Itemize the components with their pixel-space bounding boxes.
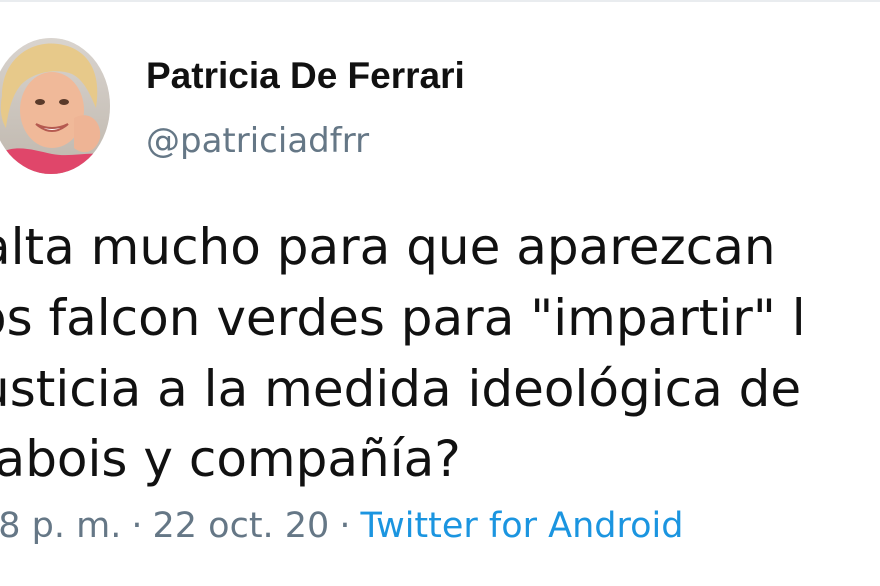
- tweet-text-line: rabois y compañía?: [0, 430, 461, 488]
- meta-separator: ·: [339, 506, 351, 546]
- tweet-source-link[interactable]: Twitter for Android: [360, 506, 683, 546]
- tweet-date[interactable]: 22 oct. 20: [153, 506, 330, 546]
- tweet-time[interactable]: 28 p. m.: [0, 506, 121, 546]
- tweet-text-line: usticia a la medida ideológica de: [0, 360, 802, 418]
- tweet-card: Patricia De Ferrari @patriciadfrr alta m…: [0, 0, 880, 586]
- tweet-text-line: os falcon verdes para "impartir" l: [0, 289, 806, 347]
- tweet-text: alta mucho para que aparezcan os falcon …: [0, 2, 880, 502]
- meta-separator: ·: [131, 506, 143, 546]
- tweet-meta: 28 p. m.·22 oct. 20·Twitter for Android: [0, 504, 683, 548]
- tweet-text-line: alta mucho para que aparezcan: [0, 218, 776, 276]
